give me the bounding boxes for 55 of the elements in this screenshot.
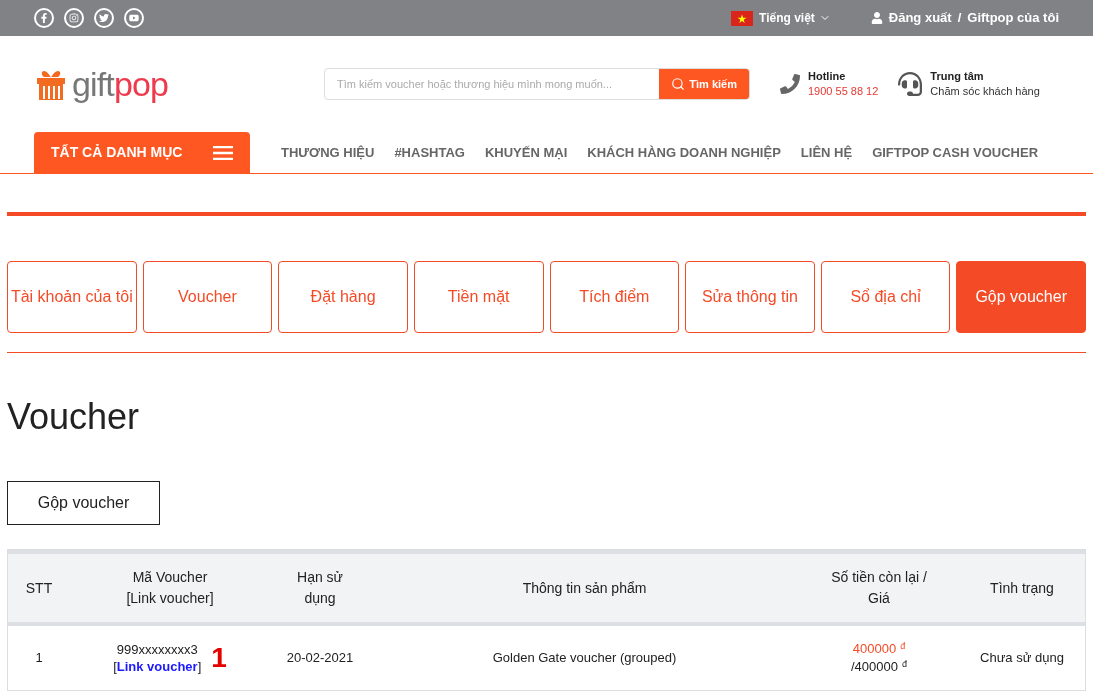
column-header: Mã Voucher [Link voucher] bbox=[125, 568, 215, 608]
nav-link[interactable]: THƯƠNG HIỆU bbox=[281, 142, 375, 163]
account-tab[interactable]: Tích điểm bbox=[549, 261, 680, 333]
account-tab[interactable]: Đặt hàng bbox=[278, 261, 408, 333]
column-header: Tình trạng bbox=[989, 578, 1055, 598]
menu-icon bbox=[213, 145, 233, 160]
annotation-number: 1 bbox=[211, 644, 227, 672]
all-categories-button[interactable]: TẤT CẢ DANH MỤC bbox=[34, 132, 250, 173]
account-tab[interactable]: Voucher bbox=[142, 261, 273, 333]
column-header: Số tiền còn lại / Giá bbox=[830, 568, 928, 608]
support-subtitle: Chăm sóc khách hàng bbox=[930, 84, 1040, 99]
account-tab[interactable]: Sổ địa chỉ bbox=[820, 261, 951, 333]
column-header: Hạn sử dụng bbox=[296, 568, 344, 608]
phone-icon bbox=[780, 74, 800, 94]
merge-voucher-button[interactable]: Gộp voucher bbox=[7, 481, 160, 525]
hotline-label: Hotline bbox=[808, 69, 847, 84]
instagram-icon[interactable] bbox=[64, 8, 84, 28]
facebook-icon[interactable] bbox=[34, 8, 54, 28]
search-icon bbox=[671, 77, 686, 91]
headset-icon bbox=[898, 72, 923, 96]
status-cell-text: Chưa sử dụng bbox=[979, 649, 1065, 668]
page-title: Voucher bbox=[7, 397, 141, 437]
logo-text: gift bbox=[72, 65, 114, 103]
logo[interactable]: giftpop bbox=[34, 67, 324, 101]
search-field[interactable]: Tìm kiếm voucher hoặc thương hiệu mình mong muốn... Tìm kiếm bbox=[324, 68, 750, 100]
account-tab[interactable]: Tiền mặt bbox=[413, 261, 544, 333]
nav-link[interactable]: #HASHTAG bbox=[394, 142, 465, 163]
account-tab[interactable]: Sửa thông tin bbox=[685, 261, 815, 333]
table-cell-text: 20-02-2021 bbox=[285, 649, 355, 668]
nav-link[interactable]: KHÁCH HÀNG DOANH NGHIỆP bbox=[587, 142, 781, 163]
separator: / bbox=[957, 9, 962, 28]
account-tab[interactable]: Tài khoản của tôi bbox=[7, 261, 137, 333]
table-cell-text: Golden Gate voucher (grouped) bbox=[491, 649, 678, 668]
language-selector[interactable]: Tiếng việt bbox=[759, 9, 831, 27]
twitter-icon[interactable] bbox=[94, 8, 114, 28]
voucher-code: 999xxxxxxxx3 bbox=[115, 641, 199, 658]
nav-link[interactable]: KHUYẾN MẠI bbox=[484, 142, 568, 163]
price-amount: /400000 $^{đ}$ bbox=[851, 658, 907, 676]
column-header: STT bbox=[24, 578, 54, 598]
column-header: Thông tin sản phẩm bbox=[521, 578, 648, 598]
search-button[interactable]: Tìm kiếm bbox=[659, 69, 749, 99]
table-cell-text: 1 bbox=[34, 649, 44, 668]
user-icon bbox=[870, 12, 883, 24]
flag-icon bbox=[731, 10, 753, 26]
nav-link[interactable]: GIFTPOP CASH VOUCHER bbox=[872, 142, 1038, 163]
logo-text-accent: pop bbox=[113, 65, 169, 103]
nav-link[interactable]: LIÊN HỆ bbox=[800, 142, 853, 163]
voucher-link[interactable]: [Link voucher] bbox=[113, 658, 202, 675]
account-tab[interactable]: Gộp voucher bbox=[956, 261, 1086, 333]
hotline-number[interactable]: 1900 55 88 12 bbox=[808, 84, 879, 99]
account-link[interactable]: Giftpop của tôi bbox=[967, 8, 1059, 28]
remaining-amount: 400000 $^{đ}$ bbox=[852, 640, 906, 658]
youtube-icon[interactable] bbox=[124, 8, 144, 28]
support-title: Trung tâm bbox=[930, 69, 985, 84]
logout-link[interactable]: Đăng xuất bbox=[888, 8, 952, 28]
